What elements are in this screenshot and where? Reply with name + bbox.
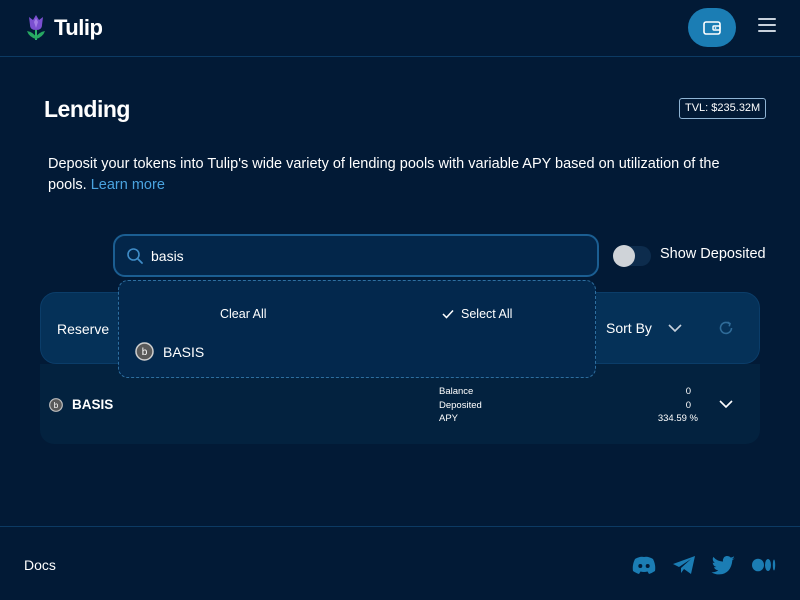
show-deposited-toggle[interactable] (613, 243, 651, 269)
deposited-value: 0 (685, 399, 691, 411)
search-icon (127, 248, 143, 264)
row-stat-labels: Balance Deposited APY (439, 385, 482, 426)
medium-icon[interactable] (751, 555, 777, 575)
show-deposited-label: Show Deposited (660, 246, 766, 262)
reserve-column-header: Reserve (57, 321, 110, 337)
chevron-down-icon[interactable] (667, 321, 683, 335)
tvl-badge: TVL: $235.32M (679, 98, 767, 119)
toggle-knob (613, 245, 635, 267)
balance-value: 0 (685, 386, 691, 397)
token-filter-dropdown: Clear All Select All b BASIS (118, 280, 596, 378)
svg-text:b: b (54, 401, 59, 410)
telegram-icon[interactable] (671, 555, 697, 575)
select-all-button[interactable]: Select All (442, 307, 512, 321)
wallet-button[interactable] (688, 8, 736, 47)
deposited-label: Deposited (439, 399, 482, 411)
option-label: BASIS (163, 343, 205, 360)
docs-link[interactable]: Docs (24, 557, 56, 573)
apy-value: 334.59 % (657, 413, 698, 424)
expand-chevron-icon[interactable] (718, 398, 734, 410)
row-stat-values: 0 0 334.59 % (630, 385, 698, 426)
search-box[interactable] (113, 234, 599, 277)
top-bar: Tulip (0, 0, 800, 57)
apy-label: APY (439, 413, 459, 424)
basis-token-icon: b (135, 342, 154, 361)
wallet-icon (703, 20, 721, 35)
footer: Docs (0, 526, 800, 600)
page-title: Lending (44, 96, 130, 122)
hamburger-menu-icon[interactable] (758, 18, 778, 34)
balance-label: Balance (439, 386, 474, 397)
sort-by-dropdown[interactable]: Sort By (606, 320, 652, 336)
learn-more-link[interactable]: Learn more (91, 177, 165, 193)
select-all-label: Select All (461, 307, 513, 321)
page-description: Deposit your tokens into Tulip's wide va… (48, 154, 728, 196)
clear-all-button[interactable]: Clear All (220, 307, 267, 321)
row-token-name: BASIS (72, 397, 114, 412)
discord-icon[interactable] (631, 555, 657, 575)
tulip-logo-icon (27, 15, 45, 40)
check-icon (442, 309, 454, 319)
search-input[interactable] (151, 244, 571, 268)
basis-token-icon: b (49, 398, 63, 412)
brand-name: Tulip (54, 15, 103, 40)
refresh-icon[interactable] (717, 319, 735, 337)
svg-text:b: b (142, 347, 148, 358)
dropdown-option-basis[interactable]: b BASIS (135, 342, 204, 361)
twitter-icon[interactable] (711, 555, 737, 575)
brand-logo[interactable]: Tulip (24, 13, 103, 43)
